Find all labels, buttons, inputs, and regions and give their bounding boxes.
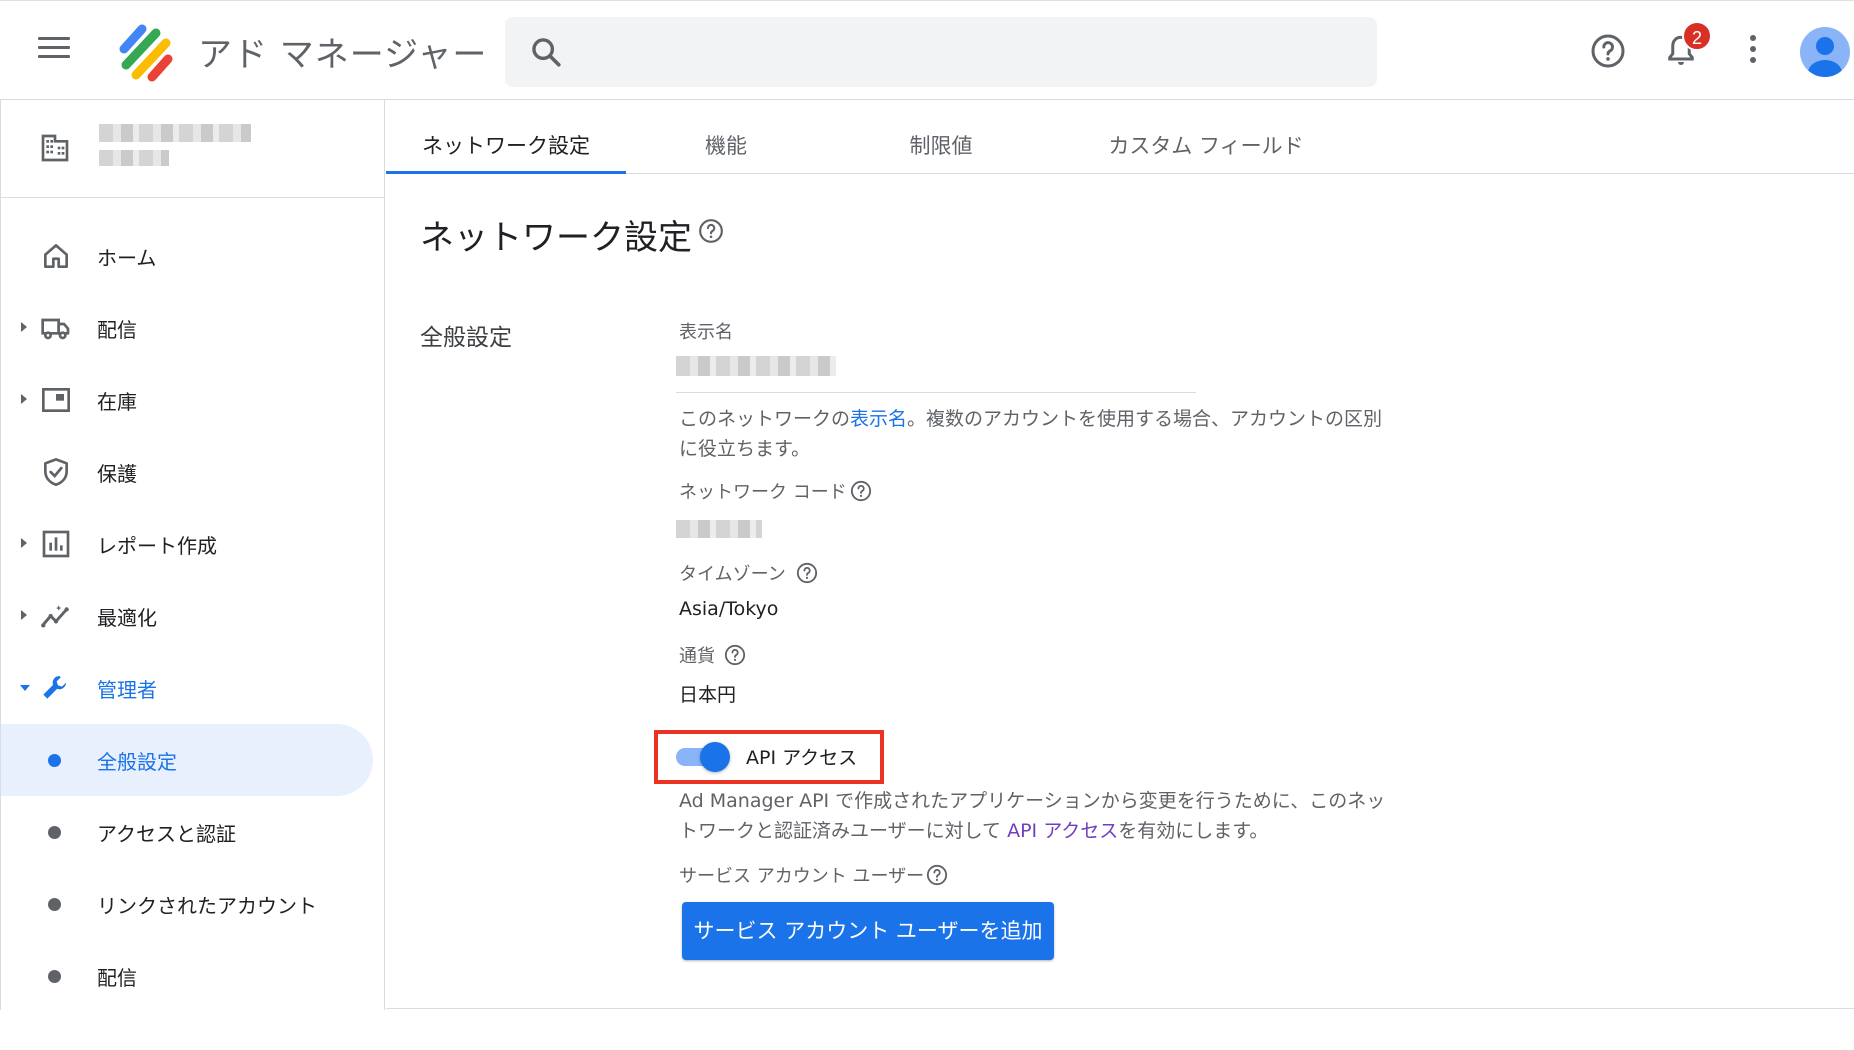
main-menu-icon[interactable] xyxy=(38,37,70,65)
nav-item-inventory[interactable]: 在庫 xyxy=(1,364,385,436)
display-name-label: 表示名 xyxy=(679,322,733,343)
ad-manager-logo xyxy=(119,24,173,82)
api-access-link[interactable]: API アクセス xyxy=(1007,820,1118,842)
display-name-description: このネットワークの表示名。複数のアカウントを使用する場合、アカウントの区別に役立… xyxy=(679,404,1399,464)
help-icon[interactable] xyxy=(1590,33,1626,69)
nav-label: 最適化 xyxy=(97,606,157,630)
tab-features[interactable]: 機能 xyxy=(626,100,826,174)
nav-label: レポート作成 xyxy=(97,534,217,558)
redacted-network-name xyxy=(99,124,251,142)
sub-nav-label: アクセスと認証 xyxy=(97,822,236,846)
help-icon[interactable] xyxy=(796,562,818,584)
display-name-link[interactable]: 表示名 xyxy=(850,408,907,430)
home-icon xyxy=(44,244,68,268)
network-code-label: ネットワーク コード xyxy=(679,482,847,503)
bar-chart-icon xyxy=(42,530,70,558)
nav-item-reporting[interactable]: レポート作成 xyxy=(1,508,385,580)
tab-label: カスタム フィールド xyxy=(1108,134,1304,158)
collapse-arrow-icon xyxy=(20,685,30,691)
bullet-dot-icon xyxy=(48,898,61,911)
sidebar-item-access-auth[interactable]: アクセスと認証 xyxy=(1,796,373,868)
desc-text: このネットワークの xyxy=(679,408,851,430)
tab-bar: ネットワーク設定 機能 制限値 カスタム フィールド xyxy=(386,100,1854,174)
page-title: ネットワーク設定 xyxy=(420,218,692,258)
redacted-network-code xyxy=(676,520,762,538)
expand-arrow-icon xyxy=(21,610,27,620)
bullet-dot-icon xyxy=(48,754,61,767)
service-account-label: サービス アカウント ユーザー xyxy=(679,866,925,887)
sub-nav-label: リンクされたアカウント xyxy=(97,894,317,918)
person-icon xyxy=(1808,37,1842,77)
expand-arrow-icon xyxy=(21,538,27,548)
sidebar-item-linked-accounts[interactable]: リンクされたアカウント xyxy=(1,868,373,940)
toggle-thumb xyxy=(700,742,730,772)
api-access-label: API アクセス xyxy=(746,747,858,769)
tab-network-settings[interactable]: ネットワーク設定 xyxy=(386,100,626,174)
expand-arrow-icon xyxy=(21,394,27,404)
help-icon[interactable] xyxy=(724,644,746,666)
nav-item-home[interactable]: ホーム xyxy=(1,220,385,292)
timezone-value: Asia/Tokyo xyxy=(679,598,779,620)
sidebar: ホーム 配信 在庫 保護 レポート作成 最適化 管理者 全般設定 アクセスと認証… xyxy=(0,100,385,1010)
nav-label: 保護 xyxy=(97,462,137,486)
sidebar-item-delivery-settings[interactable]: 配信 xyxy=(1,940,373,1012)
nav-item-protection[interactable]: 保護 xyxy=(1,436,385,508)
bullet-dot-icon xyxy=(48,826,61,839)
truck-icon xyxy=(41,318,70,340)
building-icon xyxy=(41,134,69,162)
sub-nav-label: 全般設定 xyxy=(97,750,177,774)
tab-limits[interactable]: 制限値 xyxy=(826,100,1056,174)
top-app-bar: アド マネージャー 2 xyxy=(0,0,1854,100)
nav-label: ホーム xyxy=(97,246,157,270)
nav-item-admin[interactable]: 管理者 xyxy=(1,652,385,724)
nav-label: 配信 xyxy=(97,318,137,342)
more-vert-icon[interactable] xyxy=(1746,35,1760,69)
sidebar-item-general-settings[interactable]: 全般設定 xyxy=(1,724,373,796)
notification-count-badge: 2 xyxy=(1682,21,1712,51)
tab-label: 制限値 xyxy=(909,134,973,158)
input-underline xyxy=(676,392,1196,393)
insights-icon xyxy=(41,605,69,628)
sub-nav-label: 配信 xyxy=(97,966,137,990)
help-icon[interactable] xyxy=(926,864,948,886)
wrench-icon xyxy=(43,676,66,699)
desc-text: を有効にします。 xyxy=(1118,820,1269,842)
api-access-toggle[interactable] xyxy=(676,742,730,772)
search-bar[interactable] xyxy=(505,17,1377,87)
currency-value: 日本円 xyxy=(679,684,737,706)
help-icon[interactable] xyxy=(698,218,724,244)
search-icon xyxy=(532,38,561,67)
tab-label: 機能 xyxy=(705,134,747,158)
main-content: ネットワーク設定 機能 制限値 カスタム フィールド ネットワーク設定 全般設定… xyxy=(386,100,1854,1010)
nav-label: 在庫 xyxy=(97,390,137,414)
network-switcher[interactable] xyxy=(1,100,385,198)
currency-label: 通貨 xyxy=(679,646,715,667)
redacted-network-id xyxy=(99,150,169,166)
expand-arrow-icon xyxy=(21,322,27,332)
add-service-account-button[interactable]: サービス アカウント ユーザーを追加 xyxy=(682,902,1054,960)
app-title: アド マネージャー xyxy=(198,35,488,75)
section-title: 全般設定 xyxy=(420,325,512,351)
divider xyxy=(386,1008,1854,1009)
help-icon[interactable] xyxy=(850,480,872,502)
inventory-icon xyxy=(42,388,70,412)
nav-item-delivery[interactable]: 配信 xyxy=(1,292,385,364)
tab-custom-fields[interactable]: カスタム フィールド xyxy=(1056,100,1356,174)
tab-label: ネットワーク設定 xyxy=(422,134,590,158)
api-access-description: Ad Manager API で作成されたアプリケーションから変更を行うために、… xyxy=(679,786,1399,846)
shield-icon xyxy=(44,458,68,486)
account-avatar[interactable] xyxy=(1800,27,1850,77)
timezone-label: タイムゾーン xyxy=(679,564,786,585)
nav-item-optimization[interactable]: 最適化 xyxy=(1,580,385,652)
bullet-dot-icon xyxy=(48,970,61,983)
nav-label: 管理者 xyxy=(97,678,157,702)
display-name-input[interactable] xyxy=(676,356,836,376)
